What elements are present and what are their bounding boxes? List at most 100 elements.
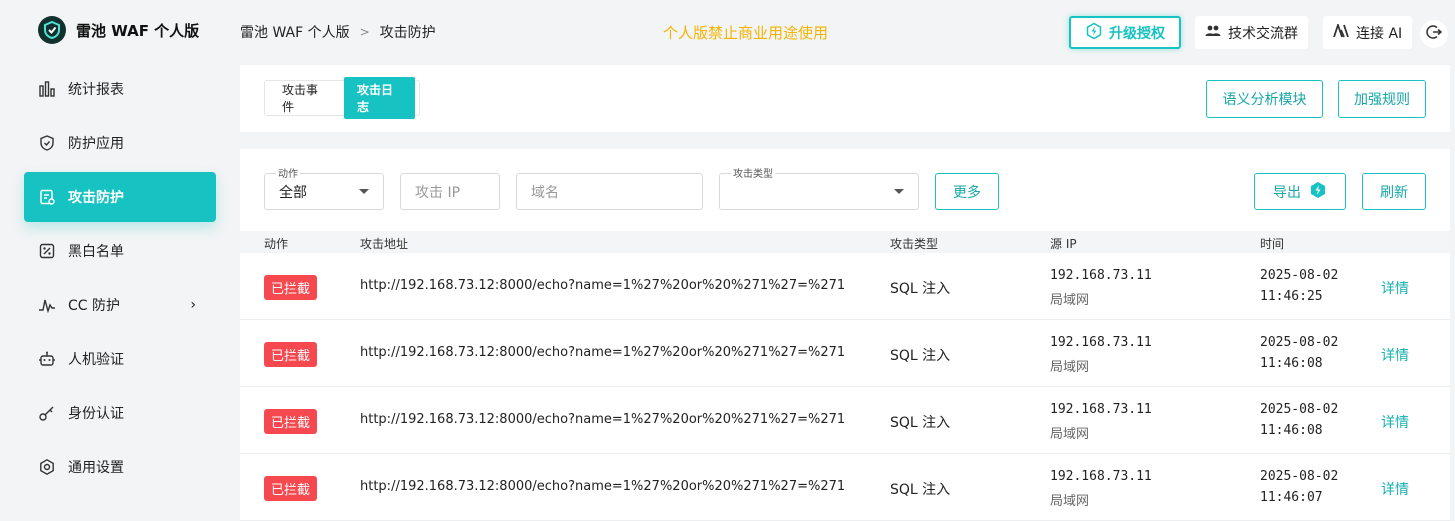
sidebar-item-label: 人机验证 [68,352,124,368]
robot-icon [38,350,56,368]
source-network: 局域网 [1050,427,1090,442]
caret-down-icon [894,189,904,194]
attack-date: 2025-08-02 [1260,402,1339,417]
detail-link[interactable]: 详情 [1381,278,1409,298]
attack-time: 11:46:07 [1260,490,1323,505]
breadcrumb-current: 攻击防护 [379,25,436,41]
table-row[interactable]: 已拦截 http://192.168.73.12:8000/echo?name=… [240,253,1450,320]
refresh-button[interactable]: 刷新 [1362,173,1426,210]
status-badge: 已拦截 [264,409,318,434]
connect-ai-button[interactable]: 连接 AI [1323,16,1413,49]
safeline-logo-icon [38,16,66,44]
source-ip: 192.168.73.11 [1050,469,1152,484]
detail-link[interactable]: 详情 [1381,345,1409,365]
table-row[interactable]: 已拦截 http://192.168.73.12:8000/echo?name=… [240,454,1450,521]
sidebar-item-captcha[interactable]: 人机验证 [24,334,216,384]
brand-title: 雷池 WAF 个人版 [76,21,200,40]
sidebar-item-label: 攻击防护 [68,190,124,206]
view-tabs: 攻击事件 攻击日志 [264,77,420,119]
attack-type: SQL 注入 [890,348,951,364]
source-ip: 192.168.73.11 [1050,402,1152,417]
semantic-analysis-button[interactable]: 语义分析模块 [1206,80,1323,118]
attack-date: 2025-08-02 [1260,335,1339,350]
attack-date: 2025-08-02 [1260,469,1339,484]
sidebar-item-label: 黑白名单 [68,244,124,260]
key-icon [38,404,56,422]
community-group-button[interactable]: 技术交流群 [1195,16,1308,49]
attack-url: http://192.168.73.12:8000/echo?name=1%27… [360,345,846,360]
attack-url: http://192.168.73.12:8000/echo?name=1%27… [360,412,846,427]
percent-tag-icon [38,242,56,260]
attack-time: 11:46:25 [1260,289,1323,304]
status-badge: 已拦截 [264,275,318,300]
attack-date: 2025-08-02 [1260,268,1339,283]
sidebar-item-stats[interactable]: 统计报表 [24,64,216,114]
source-network: 局域网 [1050,293,1090,308]
attack-log-panel: 全部 动作 攻击 IP 域名 攻击类型 更多 导出 刷新 动作 攻击地址 攻击类… [240,149,1450,521]
sidebar-item-label: 身份认证 [68,406,124,422]
column-header-action: 动作 [264,237,289,251]
upgrade-license-button[interactable]: 升级授权 [1069,16,1181,49]
sidebar-item-label: 通用设置 [68,460,124,476]
attack-time: 11:46:08 [1260,423,1323,438]
column-header-url: 攻击地址 [360,237,409,251]
clipboard-icon [38,188,56,206]
attack-time: 11:46:08 [1260,356,1323,371]
detail-link[interactable]: 详情 [1381,412,1409,432]
sidebar-nav: 统计报表 防护应用 攻击防护 黑白名单 CC 防护 › 人机验证 身份认证 通用… [24,64,216,496]
export-button[interactable]: 导出 [1254,173,1346,210]
lightning-icon [1085,22,1103,44]
sidebar-item-label: 统计报表 [68,82,124,98]
detail-link[interactable]: 详情 [1381,479,1409,499]
upgrade-label: 升级授权 [1109,25,1165,42]
column-header-type: 攻击类型 [890,237,939,251]
status-badge: 已拦截 [264,476,318,501]
tab-attack-events[interactable]: 攻击事件 [269,77,340,119]
enhance-rules-button[interactable]: 加强规则 [1338,80,1426,118]
attack-ip-input[interactable]: 攻击 IP [400,173,500,210]
breadcrumb-root[interactable]: 雷池 WAF 个人版 [240,22,350,42]
shield-icon [38,134,56,152]
source-network: 局域网 [1050,494,1090,509]
sidebar-item-blacklist[interactable]: 黑白名单 [24,226,216,276]
community-label: 技术交流群 [1228,25,1298,42]
gear-icon [38,458,56,476]
brand[interactable]: 雷池 WAF 个人版 [38,16,199,44]
attack-url: http://192.168.73.12:8000/echo?name=1%27… [360,278,846,293]
sidebar-item-cc[interactable]: CC 防护 › [24,280,216,330]
source-ip: 192.168.73.11 [1050,268,1152,283]
attack-type: SQL 注入 [890,281,951,297]
attack-type: SQL 注入 [890,415,951,431]
users-icon [1205,23,1221,43]
tab-attack-logs[interactable]: 攻击日志 [344,77,415,119]
sidebar-item-apps[interactable]: 防护应用 [24,118,216,168]
table-row[interactable]: 已拦截 http://192.168.73.12:8000/echo?name=… [240,387,1450,454]
top-bar: 雷池 WAF 个人版 > 攻击防护 个人版禁止商业用途使用 升级授权 技术交流群… [240,0,1455,64]
logout-icon [1426,24,1443,44]
chart-bars-icon [38,80,56,98]
ai-logo-icon [1333,21,1349,42]
commercial-notice: 个人版禁止商业用途使用 [663,24,829,42]
attack-type: SQL 注入 [890,482,951,498]
more-filters-button[interactable]: 更多 [935,173,999,210]
domain-input[interactable]: 域名 [516,173,703,210]
sidebar-item-attack-protection[interactable]: 攻击防护 [24,172,216,222]
sidebar-item-label: 防护应用 [68,136,124,152]
export-label: 导出 [1273,184,1301,201]
source-ip: 192.168.73.11 [1050,335,1152,350]
attack-url: http://192.168.73.12:8000/echo?name=1%27… [360,479,846,494]
column-header-time: 时间 [1260,237,1285,251]
table-row[interactable]: 已拦截 http://192.168.73.12:8000/echo?name=… [240,320,1450,387]
action-select-value: 全部 [279,184,307,201]
sidebar-item-settings[interactable]: 通用设置 [24,442,216,492]
logout-button[interactable] [1420,20,1448,48]
breadcrumb-separator: > [359,25,370,39]
lightning-badge-icon [1309,181,1327,203]
column-header-ip: 源 IP [1050,237,1077,251]
chevron-right-icon[interactable]: › [190,297,196,313]
table-header: 动作 攻击地址 攻击类型 源 IP 时间 [240,231,1450,253]
sidebar-item-auth[interactable]: 身份认证 [24,388,216,438]
sidebar: 雷池 WAF 个人版 统计报表 防护应用 攻击防护 黑白名单 CC 防护 › 人… [0,0,240,521]
action-select-label: 动作 [276,165,300,180]
breadcrumb: 雷池 WAF 个人版 > 攻击防护 [240,22,436,42]
